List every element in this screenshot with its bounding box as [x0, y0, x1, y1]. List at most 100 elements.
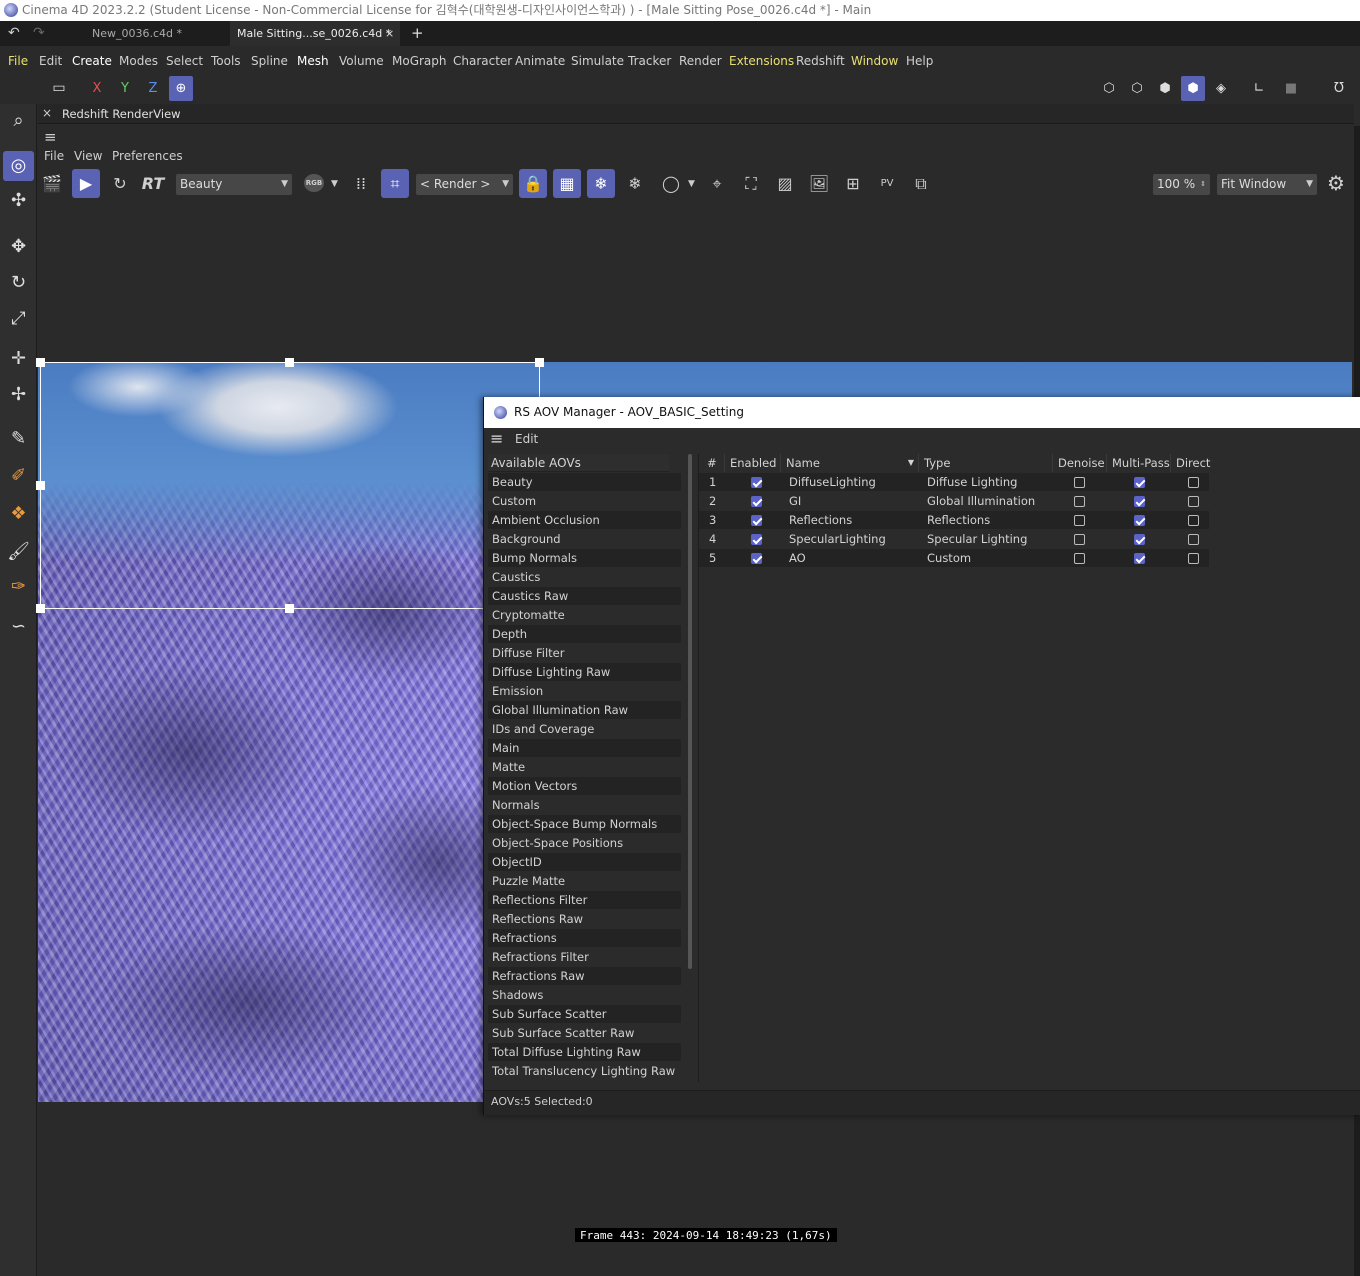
col-header-direct[interactable]: Direct: [1172, 454, 1210, 472]
lock-icon[interactable]: 🔒: [519, 169, 547, 198]
aov-select[interactable]: Beauty ▼: [176, 174, 292, 195]
menu-select[interactable]: Select: [166, 54, 203, 68]
available-aov-item[interactable]: Shadows: [488, 986, 681, 1004]
denoise-checkbox[interactable]: [1074, 553, 1085, 564]
available-aov-item[interactable]: Bump Normals: [488, 549, 681, 567]
col-header-multipass[interactable]: Multi-Pass: [1108, 454, 1171, 472]
picture-viewer-icon[interactable]: PV: [873, 169, 901, 198]
circle-icon[interactable]: ◯: [657, 169, 685, 198]
aov-table-row[interactable]: 1 DiffuseLighting Diffuse Lighting: [699, 473, 1209, 491]
available-aov-item[interactable]: Background: [488, 530, 681, 548]
add-snapshot-icon[interactable]: ⊞: [839, 169, 867, 198]
multipass-checkbox[interactable]: [1134, 534, 1145, 545]
available-aov-item[interactable]: Caustics Raw: [488, 587, 681, 605]
move-icon[interactable]: ✥: [3, 232, 34, 262]
menu-window[interactable]: Window: [851, 54, 898, 68]
pick-icon[interactable]: ⛶: [737, 169, 765, 198]
enabled-checkbox[interactable]: [751, 553, 762, 564]
col-header-type[interactable]: Type: [920, 454, 1053, 472]
axis-y-toggle[interactable]: Y: [113, 76, 137, 101]
tab-male-sitting-pose[interactable]: Male Sitting...se_0026.c4d * ×: [230, 21, 400, 46]
aov-table-row[interactable]: 3 Reflections Reflections: [699, 511, 1209, 529]
start-render-icon[interactable]: ▶: [72, 169, 100, 198]
available-aov-item[interactable]: Refractions Raw: [488, 967, 681, 985]
available-aov-item[interactable]: Cryptomatte: [488, 606, 681, 624]
available-aov-item[interactable]: Total Diffuse Lighting Raw: [488, 1043, 681, 1061]
region-handle[interactable]: [285, 358, 294, 367]
sculpt-icon[interactable]: ∽: [3, 612, 34, 642]
menu-spline[interactable]: Spline: [251, 54, 288, 68]
rotate-icon[interactable]: ↻: [3, 268, 34, 298]
multipass-checkbox[interactable]: [1134, 515, 1145, 526]
region-handle[interactable]: [36, 481, 45, 490]
available-aov-item[interactable]: Refractions: [488, 929, 681, 947]
live-selection-icon[interactable]: ◎: [3, 151, 34, 181]
menu-animate[interactable]: Animate: [515, 54, 565, 68]
spline-sketch-icon[interactable]: ✐: [3, 461, 34, 491]
paint-brush-icon[interactable]: 🖌: [3, 537, 34, 567]
transform-icon[interactable]: ✛: [3, 344, 34, 374]
tab-close-icon[interactable]: ×: [385, 21, 394, 47]
aov-table-row[interactable]: 5 AO Custom: [699, 549, 1209, 567]
available-aov-item[interactable]: Sub Surface Scatter Raw: [488, 1024, 681, 1042]
available-aov-item[interactable]: Emission: [488, 682, 681, 700]
tweak-icon[interactable]: ✣: [3, 186, 34, 216]
coordinate-system-icon[interactable]: ⊕: [169, 76, 193, 101]
menu-edit[interactable]: Edit: [39, 54, 62, 68]
menu-tracker[interactable]: Tracker: [628, 54, 671, 68]
direct-checkbox[interactable]: [1188, 534, 1199, 545]
denoise-checkbox[interactable]: [1074, 534, 1085, 545]
available-aov-item[interactable]: Diffuse Filter: [488, 644, 681, 662]
crop-region-icon[interactable]: ⌗: [381, 169, 409, 198]
denoise-checkbox[interactable]: [1074, 496, 1085, 507]
stepper-icon[interactable]: ⇕: [1200, 174, 1206, 195]
enabled-checkbox[interactable]: [751, 515, 762, 526]
aov-table-row[interactable]: 4 SpecularLighting Specular Lighting: [699, 530, 1209, 548]
hamburger-menu-icon[interactable]: ≡: [490, 429, 503, 448]
primitives-icon[interactable]: ❖: [3, 499, 34, 529]
copy-icon[interactable]: ⧉: [907, 169, 935, 198]
settings-gear-icon[interactable]: ⚙: [1322, 169, 1350, 198]
hamburger-menu-icon[interactable]: ≡: [44, 128, 57, 146]
polygons-mode-icon[interactable]: ⬢: [1153, 76, 1177, 101]
snap-magnet-icon[interactable]: Ʊ: [1327, 76, 1351, 101]
available-aov-item[interactable]: Diffuse Lighting Raw: [488, 663, 681, 681]
multipass-checkbox[interactable]: [1134, 553, 1145, 564]
available-aov-item[interactable]: Caustics: [488, 568, 681, 586]
aov-manager-titlebar[interactable]: RS AOV Manager - AOV_BASIC_Setting: [484, 397, 1360, 428]
image-icon[interactable]: 🖼: [805, 169, 833, 198]
menu-character[interactable]: Character: [453, 54, 512, 68]
freeze-icon[interactable]: ❄: [587, 169, 615, 198]
menu-volume[interactable]: Volume: [339, 54, 384, 68]
menu-file[interactable]: File: [8, 54, 28, 68]
available-aov-item[interactable]: Ambient Occlusion: [488, 511, 681, 529]
available-aov-item[interactable]: Custom: [488, 492, 681, 510]
enabled-checkbox[interactable]: [751, 496, 762, 507]
axis-x-toggle[interactable]: X: [85, 76, 109, 101]
available-aov-item[interactable]: Normals: [488, 796, 681, 814]
available-aov-item[interactable]: Motion Vectors: [488, 777, 681, 795]
solo-mode-icon[interactable]: ■: [1279, 76, 1303, 101]
menu-mograph[interactable]: MoGraph: [392, 54, 447, 68]
axis-z-toggle[interactable]: Z: [141, 76, 165, 101]
col-header-number[interactable]: #: [699, 454, 725, 472]
direct-checkbox[interactable]: [1188, 477, 1199, 488]
scale-icon[interactable]: ⤢: [3, 304, 34, 334]
spline-pen-icon[interactable]: ✎: [3, 424, 34, 454]
measure-icon[interactable]: ✑: [3, 572, 34, 602]
available-aov-item[interactable]: Object-Space Bump Normals: [488, 815, 681, 833]
axis-mode-icon[interactable]: ∟: [1247, 76, 1271, 101]
available-aov-item[interactable]: Object-Space Positions: [488, 834, 681, 852]
available-aov-item[interactable]: Reflections Raw: [488, 910, 681, 928]
multipass-checkbox[interactable]: [1134, 477, 1145, 488]
menu-render[interactable]: Render: [679, 54, 722, 68]
col-header-enabled[interactable]: Enabled: [726, 454, 781, 472]
denoise-checkbox[interactable]: [1074, 515, 1085, 526]
direct-checkbox[interactable]: [1188, 553, 1199, 564]
menu-redshift[interactable]: Redshift: [796, 54, 845, 68]
points-mode-icon[interactable]: ⬡: [1097, 76, 1121, 101]
scene-icon[interactable]: ▭: [47, 76, 71, 101]
denoise-checkbox[interactable]: [1074, 477, 1085, 488]
enabled-checkbox[interactable]: [751, 534, 762, 545]
tab-new-0036[interactable]: New_0036.c4d *: [86, 21, 226, 46]
